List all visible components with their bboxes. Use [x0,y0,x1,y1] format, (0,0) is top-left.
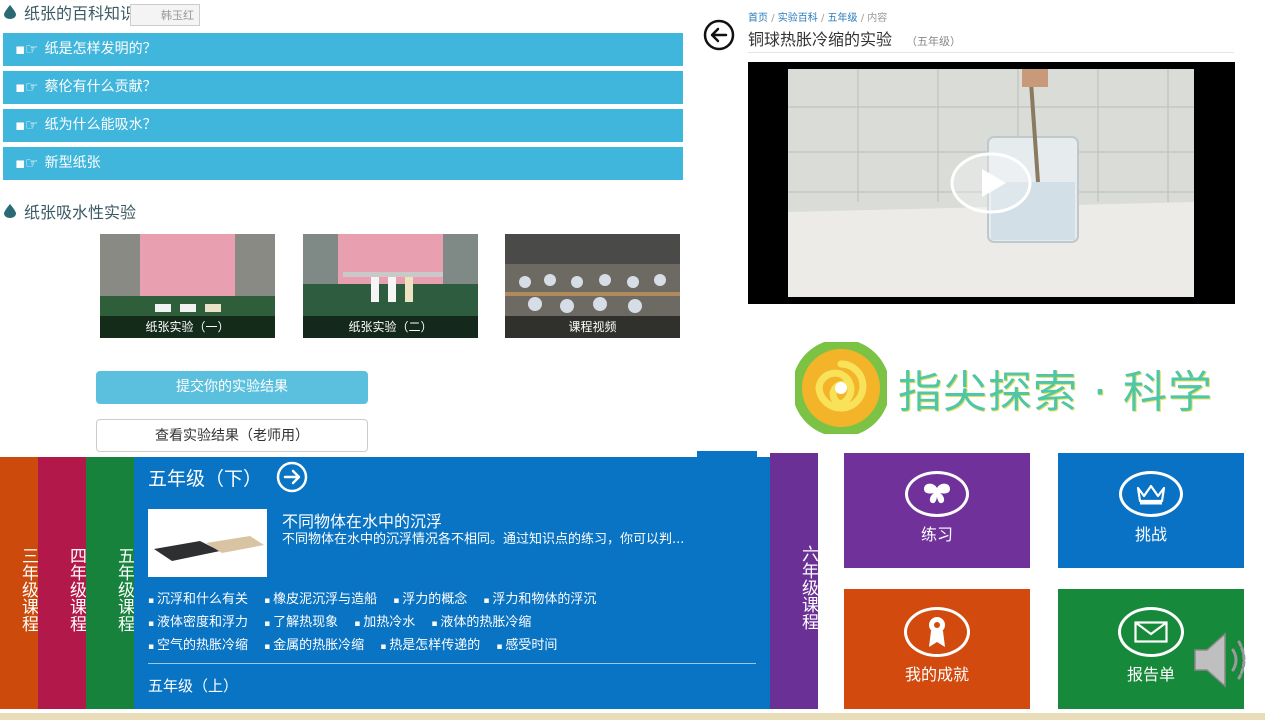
question-button-cailun[interactable]: ▪☞ 蔡伦有什么贡献？ [3,71,683,104]
topic-list: 沉浮和什么有关 橡皮泥沉浮与造船 浮力的概念 浮力和物体的浮沉 液体密度和浮力 … [148,589,758,658]
topic-link[interactable]: 了解热现象 [264,615,338,630]
tile-label: 挑战 [1134,525,1167,544]
grade-3-tab[interactable]: 三年级课程 [0,457,38,709]
course-panel [134,457,770,709]
annotation-tag: 韩玉红 [130,4,200,26]
experiment-thumb-1[interactable]: 纸张实验（一） [100,234,275,338]
ink-drop-icon [4,5,16,19]
video-title: 铜球热胀冷缩的实验 （五年级） [748,30,962,49]
next-arrow-icon[interactable] [276,461,308,493]
bottom-bar [0,713,1265,720]
tile-label: 我的成就 [904,665,969,684]
breadcrumb-home[interactable]: 首页 [748,13,768,24]
topic-link[interactable]: 金属的热胀冷缩 [264,638,364,653]
lesson-title[interactable]: 不同物体在水中的沉浮 [282,508,442,532]
prev-term-link[interactable]: 五年级（上） [148,675,238,696]
question-button-absorb[interactable]: ▪☞ 纸为什么能吸水？ [3,109,683,142]
ink-drop-icon [4,204,16,218]
lesson-image[interactable] [148,509,267,577]
experiment-thumb-2[interactable]: 纸张实验（二） [303,234,478,338]
thumb-caption: 纸张实验（一） [100,316,275,338]
grade-tag: （五年级） [906,35,962,48]
butterfly-icon [905,471,969,517]
title-divider [748,52,1234,53]
wood-boards-image [154,536,264,561]
topic-link[interactable]: 液体密度和浮力 [148,615,248,630]
pointing-hand-icon: ▪☞ [15,154,39,172]
topic-link[interactable]: 浮力和物体的浮沉 [483,592,596,607]
topic-link[interactable]: 液体的热胀冷缩 [431,615,531,630]
breadcrumb-grade[interactable]: 五年级 [828,13,858,24]
submit-result-button[interactable]: 提交你的实验结果 [96,371,368,404]
breadcrumb-current: 内容 [867,13,888,24]
topic-link[interactable]: 空气的热胀冷缩 [148,638,248,653]
pointing-hand-icon: ▪☞ [15,40,39,58]
speaker-icon[interactable] [1193,630,1253,690]
question-button-invention[interactable]: ▪☞ 纸是怎样发明的？ [3,33,683,66]
pointing-hand-icon: ▪☞ [15,78,39,96]
panel-divider [148,663,756,664]
envelope-icon [1118,607,1184,657]
view-result-button[interactable]: 查看实验结果（老师用） [96,419,368,452]
crown-icon [1119,471,1183,517]
section-title-absorption-experiment: 纸张吸水性实验 [4,199,136,223]
challenge-tile[interactable]: 挑战 [1058,453,1244,568]
topic-link[interactable]: 橡皮泥沉浮与造船 [264,592,377,607]
thumb-caption: 纸张实验（二） [303,316,478,338]
video-player[interactable] [748,62,1235,304]
tile-label: 练习 [920,525,953,544]
medal-icon [904,607,970,657]
topic-link[interactable]: 感受时间 [496,638,557,653]
topic-link[interactable]: 热是怎样传递的 [380,638,480,653]
question-button-new-paper[interactable]: ▪☞ 新型纸张 [3,147,683,180]
grade-6-tab[interactable]: 六年级课程 [770,453,818,709]
topic-link[interactable]: 加热冷水 [354,615,415,630]
back-arrow-icon[interactable] [703,19,735,51]
section-title-paper-knowledge: 纸张的百科知识 [4,0,136,24]
brand-spiral-logo [795,342,887,434]
brand-name: 指尖探索 · 科学 [898,367,1213,418]
practice-tile[interactable]: 练习 [844,453,1030,568]
term-heading: 五年级（下） [148,461,308,493]
topic-link[interactable]: 沉浮和什么有关 [148,592,248,607]
breadcrumb-encyclopedia[interactable]: 实验百科 [778,13,818,24]
lesson-description: 不同物体在水中的沉浮情况各不相同。通过知识点的练习，你可以判... [282,532,685,547]
grade-5-tab[interactable]: 五年级课程 [86,457,134,709]
grade-4-tab[interactable]: 四年级课程 [38,457,86,709]
thumb-caption: 课程视频 [505,316,680,338]
play-button-icon[interactable] [949,152,1033,214]
pointing-hand-icon: ▪☞ [15,116,39,134]
topic-link[interactable]: 浮力的概念 [393,592,467,607]
achievements-tile[interactable]: 我的成就 [844,589,1030,709]
breadcrumb: 首页 / 实验百科 / 五年级 / 内容 [748,13,888,24]
course-video-thumb[interactable]: 课程视频 [505,234,680,338]
